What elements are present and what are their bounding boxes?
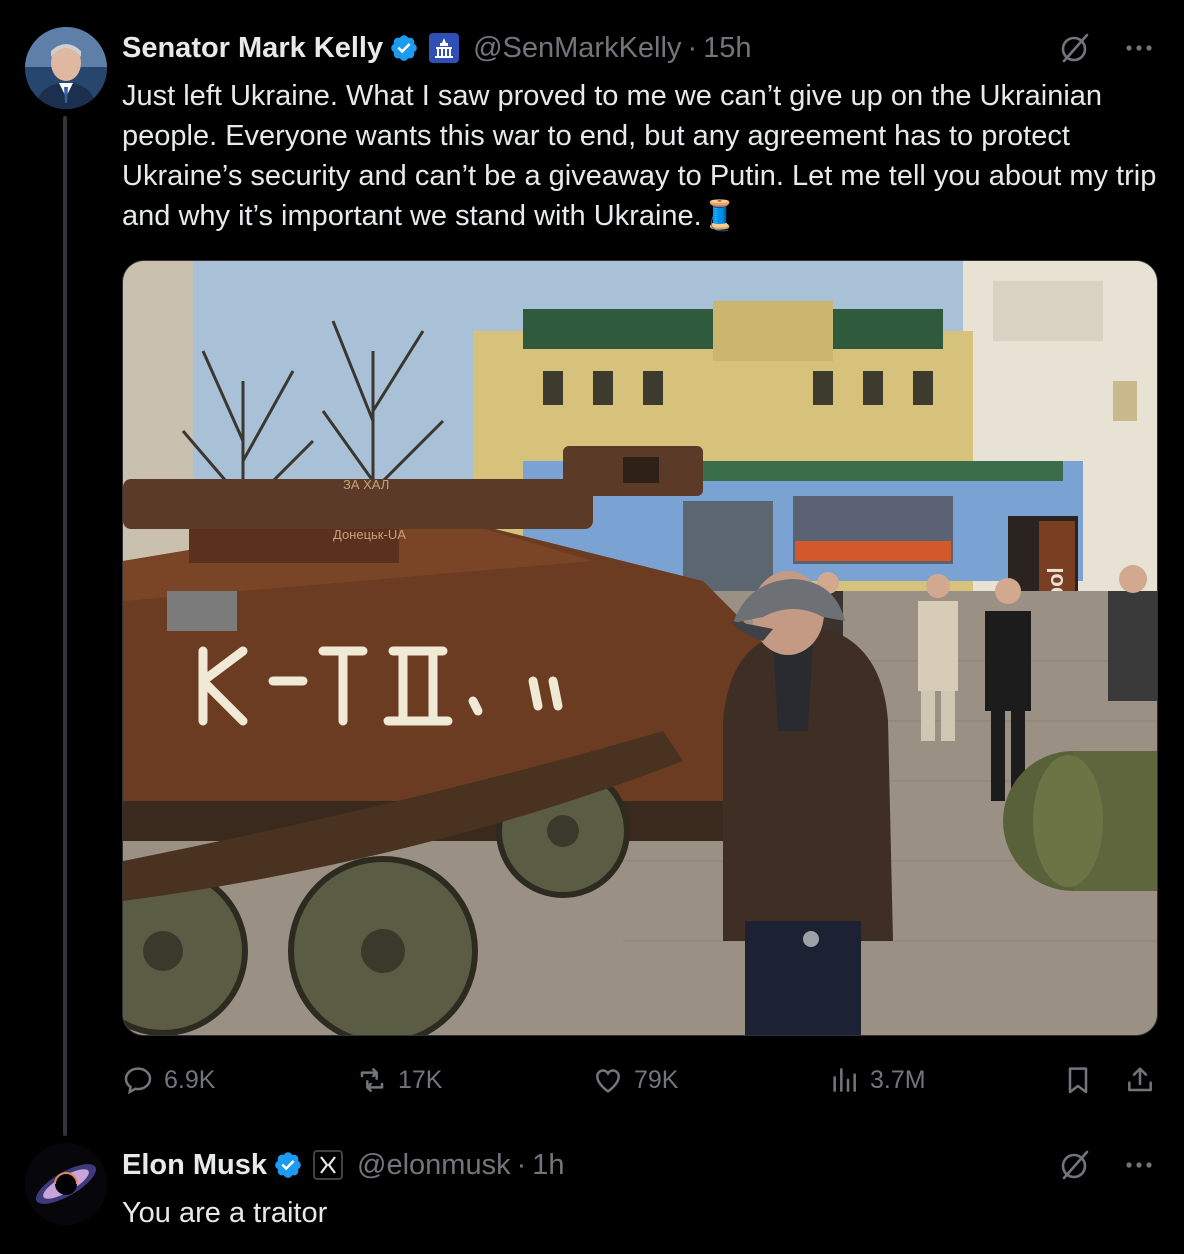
reply-button[interactable]: 6.9K — [122, 1058, 215, 1102]
grok-icon[interactable] — [1058, 31, 1092, 65]
author-name[interactable]: Elon Musk — [122, 1149, 267, 1182]
like-button[interactable]: 79K — [592, 1058, 678, 1102]
share-icon — [1128, 1067, 1152, 1092]
tweet-media-photo[interactable]: Mariupol Донецьк-UA — [122, 260, 1158, 1036]
separator-dot: · — [687, 31, 698, 64]
repost-count: 17K — [398, 1065, 443, 1094]
tweet-text: You are a traitor — [122, 1197, 328, 1229]
views-bars-icon — [833, 1068, 856, 1092]
share-button[interactable] — [1124, 1058, 1156, 1102]
verified-check-icon[interactable] — [389, 33, 419, 63]
thread-connector-line — [63, 116, 67, 1136]
repost-icon — [360, 1068, 384, 1092]
timestamp[interactable]: 1h — [532, 1149, 564, 1182]
author-name[interactable]: Senator Mark Kelly — [122, 32, 383, 65]
capitol-building-icon — [429, 33, 460, 63]
tank-marking-2: Донецьк-UA — [333, 527, 406, 542]
x-logo-icon — [313, 1150, 343, 1180]
tweet-header-actions — [1058, 1145, 1156, 1185]
tweet-header: Senator Mark Kelly @SenMarkKelly · 15h — [122, 28, 752, 68]
reply-bubble-icon — [124, 1067, 152, 1095]
separator-dot: · — [516, 1148, 527, 1181]
more-dots-icon[interactable] — [1122, 1148, 1156, 1182]
tweet-header: Elon Musk @elonmusk · 1h — [122, 1145, 565, 1185]
bookmark-button[interactable] — [1062, 1058, 1094, 1102]
grok-icon[interactable] — [1058, 1148, 1092, 1182]
views-count: 3.7M — [870, 1065, 926, 1094]
like-count: 79K — [634, 1065, 679, 1094]
timestamp[interactable]: 15h — [703, 32, 751, 65]
tweet-header-actions — [1058, 28, 1156, 68]
more-dots-icon[interactable] — [1122, 31, 1156, 65]
views-button[interactable]: 3.7M — [828, 1058, 926, 1102]
avatar[interactable] — [25, 1143, 107, 1225]
tank-marking-1: ЗА ХАЛ — [343, 477, 389, 492]
author-handle[interactable]: @elonmusk — [357, 1149, 511, 1182]
repost-button[interactable]: 17K — [356, 1058, 442, 1102]
heart-icon — [596, 1069, 620, 1093]
bookmark-icon — [1068, 1067, 1088, 1094]
verified-check-icon[interactable] — [273, 1150, 303, 1180]
avatar[interactable] — [25, 27, 107, 109]
reply-count: 6.9K — [164, 1065, 216, 1094]
tweet-actions-bar: 6.9K 17K 79K 3.7M — [122, 1058, 1162, 1102]
author-handle[interactable]: @SenMarkKelly — [473, 32, 681, 65]
tweet-text: Just left Ukraine. What I saw proved to … — [122, 80, 1165, 232]
